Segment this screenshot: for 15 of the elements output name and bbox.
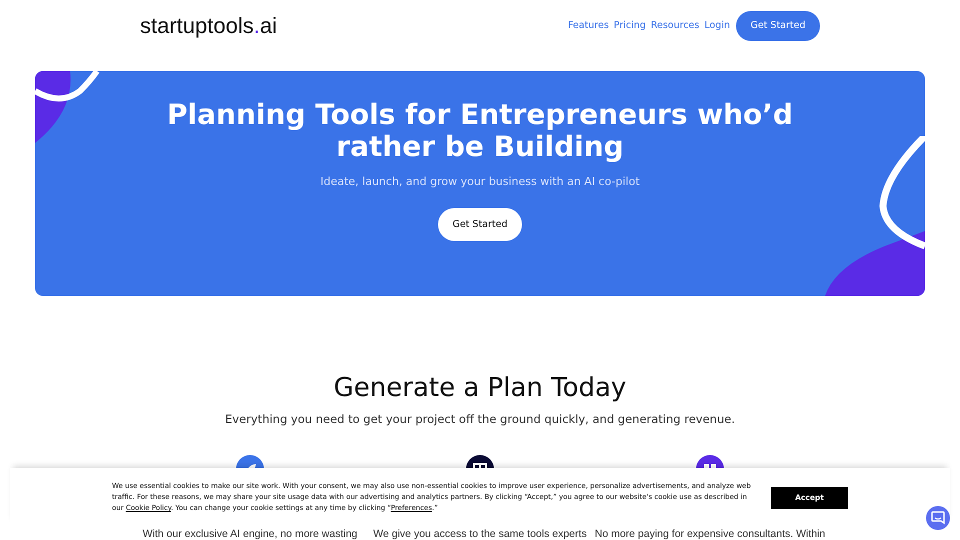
logo[interactable]: startuptools.ai bbox=[140, 12, 277, 38]
hero-title: Planning Tools for Entrepreneurs who’d rather be Building bbox=[166, 99, 794, 163]
get-started-button[interactable]: Get Started bbox=[736, 10, 820, 40]
nav-link[interactable]: Pricing bbox=[614, 20, 646, 31]
chat-icon bbox=[931, 511, 945, 525]
section-subtitle: Everything you need to get your project off the ground quickly, and generating revenue. bbox=[225, 412, 735, 426]
hero-subtitle: Ideate, launch, and grow your business with an AI co-pilot bbox=[320, 175, 640, 188]
nav-link[interactable]: Features bbox=[568, 20, 609, 31]
feature-description: No more paying for expensive consultants. Within bbox=[594, 529, 826, 540]
feature-description: We give you access to the same tools experts bbox=[373, 529, 587, 540]
feature-description: With our exclusive AI engine, no more wasting bbox=[142, 529, 358, 540]
get-started-button[interactable]: Get Started bbox=[438, 208, 522, 241]
section-title: Generate a Plan Today bbox=[334, 373, 626, 403]
nav-link[interactable]: Login bbox=[704, 20, 730, 31]
nav-link[interactable]: Resources bbox=[650, 20, 700, 31]
